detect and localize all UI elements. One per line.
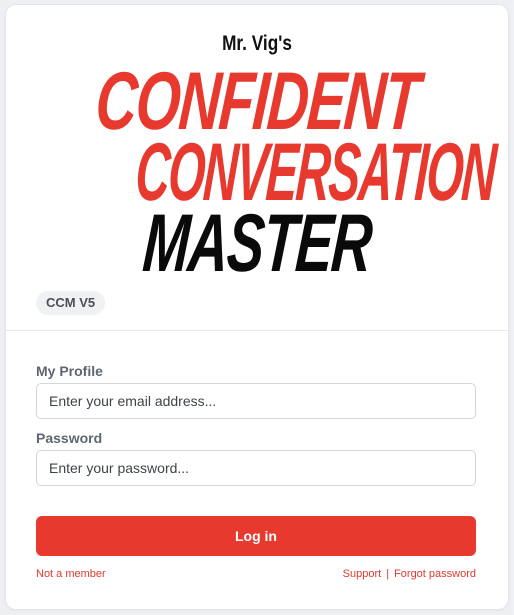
divider (6, 330, 508, 331)
version-badge: CCM V5 (36, 291, 106, 315)
logo-line-master: MASTER (6, 198, 508, 289)
support-link[interactable]: Support (343, 568, 382, 580)
login-button[interactable]: Log in (36, 516, 476, 556)
logo-word-master: MASTER (140, 198, 374, 289)
brand-logo: Mr. Vig's CONFIDENT CONVERSATION MASTER (6, 5, 508, 290)
password-input[interactable] (36, 450, 476, 486)
login-card: Mr. Vig's CONFIDENT CONVERSATION MASTER … (6, 5, 508, 609)
email-input[interactable] (36, 383, 476, 419)
footer-links: Support | Forgot password (343, 568, 476, 580)
forgot-password-link[interactable]: Forgot password (394, 568, 476, 580)
logo-subtitle: Mr. Vig's (222, 32, 292, 55)
not-a-member-link[interactable]: Not a member (36, 568, 106, 580)
email-label: My Profile (36, 363, 103, 379)
link-separator: | (386, 568, 390, 580)
password-label: Password (36, 430, 103, 446)
